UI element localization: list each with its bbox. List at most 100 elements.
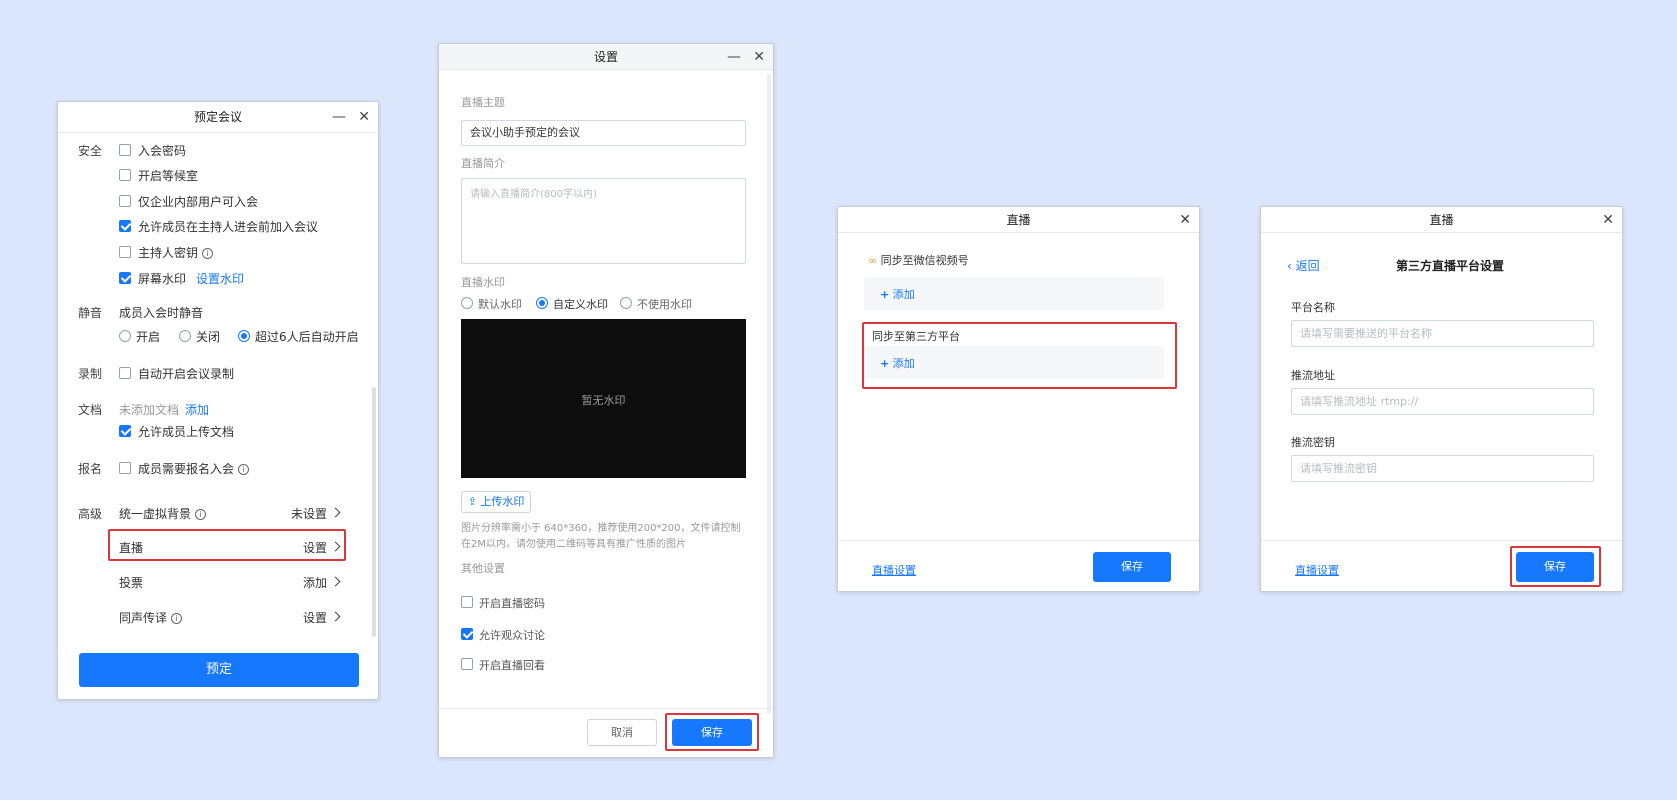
topic-input[interactable]: 会议小助手预定的会议 bbox=[461, 120, 746, 146]
platform-name-placeholder: 请填写需要推送的平台名称 bbox=[1300, 327, 1432, 340]
watermark-none-radio[interactable] bbox=[620, 297, 632, 309]
section-label-security: 安全 bbox=[78, 144, 103, 158]
live-settings-link[interactable]: 直播设置 bbox=[872, 562, 916, 578]
section-label-advanced: 高级 bbox=[78, 507, 103, 521]
signup-checkbox[interactable] bbox=[119, 462, 131, 474]
intro-label: 直播简介 bbox=[461, 157, 505, 170]
no-docs-label: 未添加文档 bbox=[119, 403, 180, 417]
watermark-default-label: 默认水印 bbox=[478, 298, 522, 311]
interpretation-value: 设置 bbox=[302, 611, 327, 625]
allow-upload-checkbox[interactable] bbox=[119, 425, 131, 437]
host-key-checkbox[interactable] bbox=[119, 246, 131, 258]
footer-divider bbox=[838, 540, 1199, 541]
window-titlebar: 预定会议 — ✕ bbox=[58, 102, 378, 133]
stream-key-label: 推流密钥 bbox=[1291, 436, 1335, 449]
live-settings-link[interactable]: 直播设置 bbox=[1295, 562, 1339, 578]
wechat-channels-label: ∞ 同步至微信视频号 bbox=[868, 252, 969, 268]
internal-only-label: 仅企业内部用户可入会 bbox=[138, 195, 259, 209]
back-label: 返回 bbox=[1295, 259, 1320, 273]
interpretation-label: 同声传译 i bbox=[119, 609, 183, 626]
close-icon[interactable]: ✕ bbox=[753, 44, 765, 70]
watermark-label: 直播水印 bbox=[461, 276, 505, 289]
platform-name-input[interactable]: 请填写需要推送的平台名称 bbox=[1291, 320, 1594, 347]
window-title: 设置 bbox=[593, 50, 618, 64]
mute-auto-radio[interactable] bbox=[238, 330, 250, 342]
waiting-room-checkbox[interactable] bbox=[119, 169, 131, 181]
allow-discussion-label: 允许观众讨论 bbox=[479, 629, 545, 642]
live-password-checkbox[interactable] bbox=[461, 596, 473, 608]
close-icon[interactable]: ✕ bbox=[358, 102, 370, 132]
upload-watermark-button[interactable]: ⇪ 上传水印 bbox=[461, 491, 531, 513]
stream-key-input[interactable]: 请填写推流密钥 bbox=[1291, 455, 1594, 482]
stream-url-label: 推流地址 bbox=[1291, 369, 1335, 382]
chevron-right-icon bbox=[330, 611, 341, 622]
window-titlebar: 直播 ✕ bbox=[1261, 207, 1622, 233]
scrollbar[interactable] bbox=[372, 387, 376, 637]
stream-key-placeholder: 请填写推流密钥 bbox=[1300, 462, 1377, 475]
window-titlebar: 设置 — ✕ bbox=[439, 44, 773, 70]
info-icon: i bbox=[171, 613, 183, 624]
replay-checkbox[interactable] bbox=[461, 658, 473, 670]
schedule-button[interactable]: 预定 bbox=[79, 653, 359, 687]
window-titlebar: 直播 ✕ bbox=[838, 207, 1199, 233]
cancel-button[interactable]: 取消 bbox=[587, 719, 657, 746]
join-before-host-checkbox[interactable] bbox=[119, 220, 131, 232]
join-before-host-label: 允许成员在主持人进会前加入会议 bbox=[138, 220, 319, 234]
scrollbar[interactable] bbox=[767, 74, 771, 714]
live-password-label: 开启直播密码 bbox=[479, 597, 545, 610]
wechat-add-label: 添加 bbox=[892, 288, 915, 301]
wechat-add-button[interactable]: + 添加 bbox=[880, 286, 915, 302]
wechat-add-row[interactable]: + 添加 bbox=[864, 277, 1164, 310]
add-doc-link[interactable]: 添加 bbox=[185, 401, 209, 418]
intro-textarea[interactable]: 请输入直播简介(800字以内) bbox=[461, 178, 746, 264]
watermark-none-label: 不使用水印 bbox=[637, 298, 692, 311]
live-settings-window: 设置 — ✕ 直播主题 会议小助手预定的会议 直播简介 请输入直播简介(800字… bbox=[438, 43, 774, 758]
minimize-icon[interactable]: — bbox=[727, 44, 741, 70]
upload-icon: ⇪ bbox=[467, 495, 477, 508]
auto-record-label: 自动开启会议录制 bbox=[138, 367, 235, 381]
chevron-left-icon: ‹ bbox=[1287, 259, 1292, 273]
window-title: 直播 bbox=[1006, 213, 1031, 227]
other-settings-label: 其他设置 bbox=[461, 562, 505, 575]
interpretation-row[interactable]: 同声传译 i 设置 bbox=[113, 602, 341, 628]
close-icon[interactable]: ✕ bbox=[1179, 207, 1191, 233]
info-icon: i bbox=[238, 464, 250, 475]
internal-only-checkbox[interactable] bbox=[119, 195, 131, 207]
intro-placeholder: 请输入直播简介(800字以内) bbox=[470, 189, 597, 200]
allow-discussion-checkbox[interactable] bbox=[461, 628, 473, 640]
section-label-mute: 静音 bbox=[78, 306, 103, 320]
live-window: 直播 ✕ ∞ 同步至微信视频号 + 添加 同步至第三方平台 + 添加 直播设置 … bbox=[837, 206, 1200, 592]
back-button[interactable]: ‹ 返回 bbox=[1287, 257, 1320, 274]
waiting-room-label: 开启等候室 bbox=[138, 169, 199, 183]
window-title: 预定会议 bbox=[193, 110, 242, 124]
chevron-right-icon bbox=[330, 507, 341, 518]
platform-name-label: 平台名称 bbox=[1291, 301, 1335, 314]
section-label-docs: 文档 bbox=[78, 403, 103, 417]
watermark-custom-radio[interactable] bbox=[536, 297, 548, 309]
section-label-record: 录制 bbox=[78, 367, 103, 381]
watermark-checkbox[interactable] bbox=[119, 272, 131, 284]
highlight-box-third-party bbox=[862, 322, 1177, 389]
replay-label: 开启直播回看 bbox=[479, 659, 545, 672]
virtual-background-label: 统一虚拟背景 i bbox=[119, 505, 207, 522]
watermark-settings-link[interactable]: 设置水印 bbox=[196, 270, 244, 287]
password-checkbox[interactable] bbox=[119, 144, 131, 156]
section-label-signup: 报名 bbox=[78, 462, 103, 476]
mute-on-radio[interactable] bbox=[119, 330, 131, 342]
upload-label: 上传水印 bbox=[480, 495, 525, 508]
highlight-box-save bbox=[1510, 546, 1601, 587]
minimize-icon[interactable]: — bbox=[332, 102, 346, 132]
virtual-background-row[interactable]: 统一虚拟背景 i 未设置 bbox=[113, 498, 341, 524]
save-button[interactable]: 保存 bbox=[1093, 552, 1171, 582]
preview-text: 暂无水印 bbox=[581, 394, 626, 407]
vote-value: 添加 bbox=[302, 576, 327, 590]
topic-label: 直播主题 bbox=[461, 96, 505, 109]
vote-row[interactable]: 投票 添加 bbox=[113, 567, 341, 593]
watermark-default-radio[interactable] bbox=[461, 297, 473, 309]
mute-off-radio[interactable] bbox=[179, 330, 191, 342]
watermark-preview: 暂无水印 bbox=[461, 319, 746, 478]
stream-url-input[interactable]: 请填写推流地址 rtmp:// bbox=[1291, 388, 1594, 415]
close-icon[interactable]: ✕ bbox=[1602, 207, 1614, 233]
auto-record-checkbox[interactable] bbox=[119, 367, 131, 379]
watermark-hint: 图片分辨率需小于 640*360，推荐使用200*200，文件请控制在2M以内。… bbox=[461, 523, 741, 550]
